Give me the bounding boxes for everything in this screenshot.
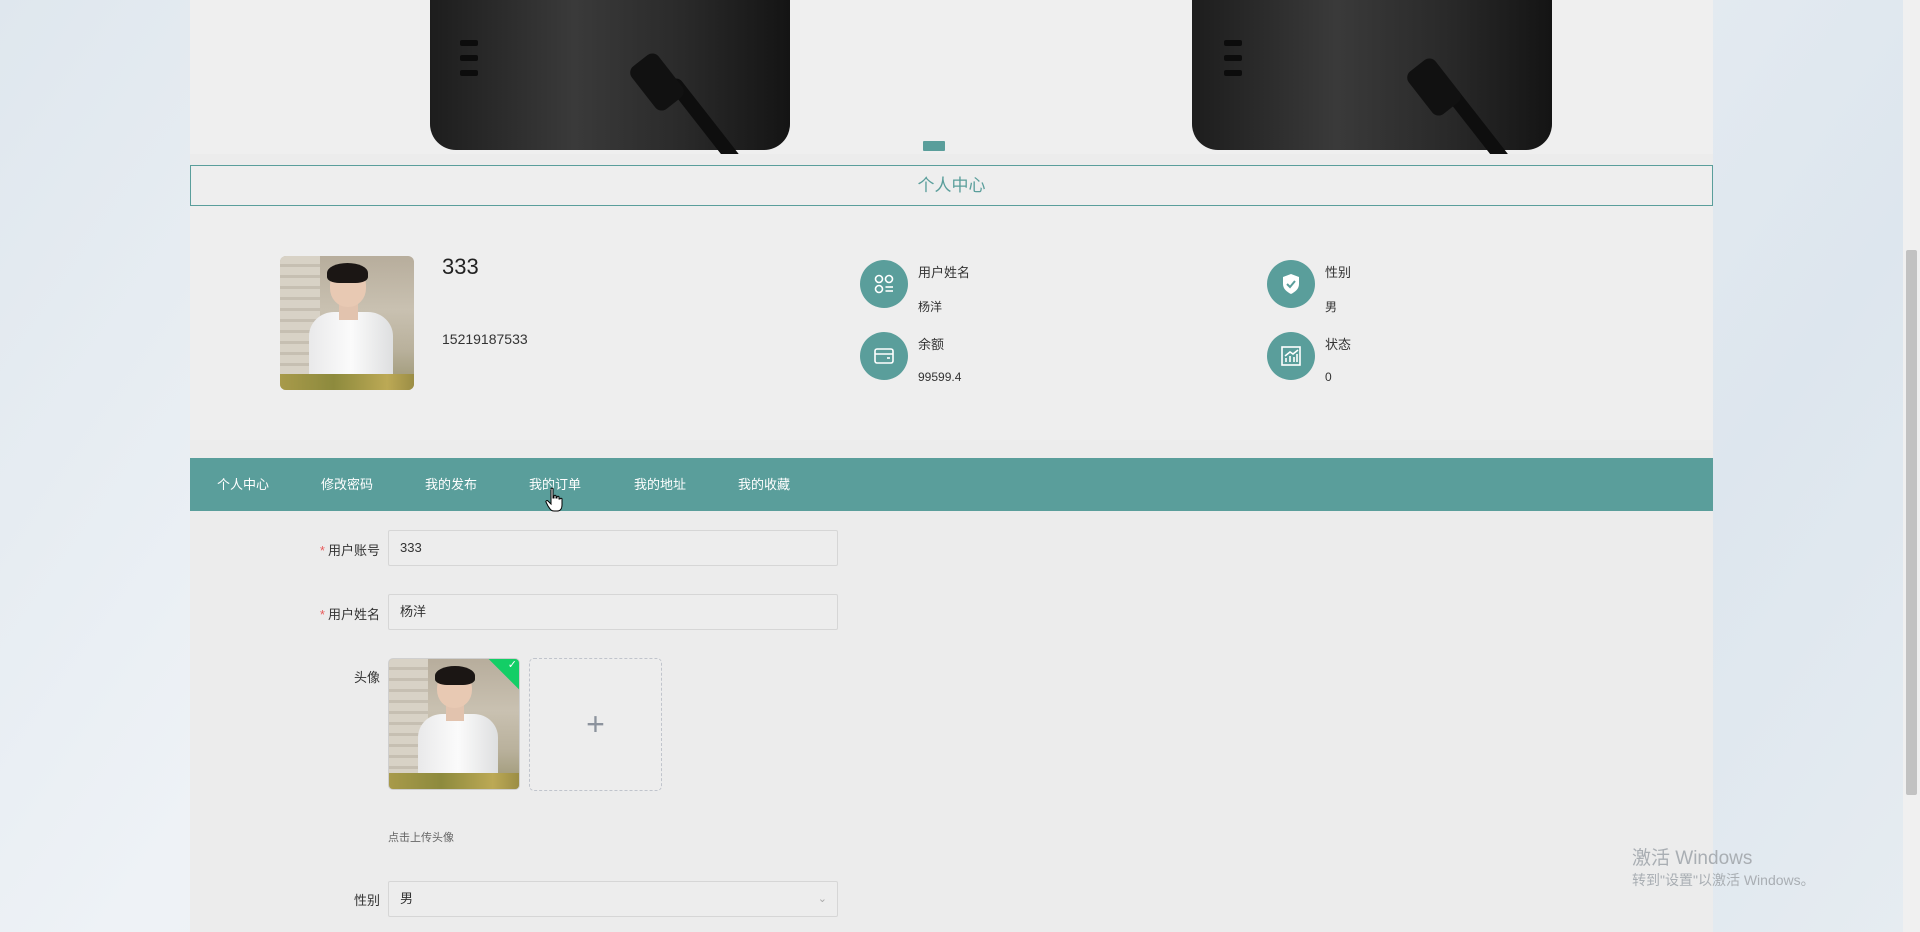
carousel-indicator[interactable] [923,141,945,151]
tab-personal-center[interactable]: 个人中心 [217,458,269,511]
account-input[interactable]: 333 [388,530,838,566]
profile-tab-bar: 个人中心 修改密码 我的发布 我的订单 我的地址 我的收藏 [190,458,1713,511]
page-scrollbar[interactable] [1903,0,1920,932]
upload-add-button[interactable]: + [529,658,662,791]
info-label: 用户姓名 [918,265,971,280]
windows-activation-watermark-text: 转到"设置"以激活 Windows。 [1632,872,1815,888]
banner-product-image-left [430,0,790,154]
info-value: 杨洋 [918,300,943,314]
chevron-down-icon: ⌄ [817,893,827,905]
scrollbar-thumb[interactable] [1906,250,1917,795]
upload-hint: 点击上传头像 [388,832,454,844]
windows-activation-watermark-title: 激活 Windows [1632,848,1753,869]
name-label: * 用户姓名 [319,607,380,622]
info-label: 性别 [1325,265,1352,280]
gender-select[interactable]: 男 ⌄ [388,881,838,917]
shield-check-icon [1267,260,1315,308]
profile-summary: 333 15219187533 用户姓名 杨洋 性别 男 余额 99599.4 … [190,206,1713,440]
uploaded-avatar-thumbnail[interactable]: ✓ [388,658,520,790]
tab-my-favorites[interactable]: 我的收藏 [738,458,790,511]
wallet-icon [860,332,908,380]
tab-change-password[interactable]: 修改密码 [321,458,373,511]
hand-cursor-icon [545,487,563,512]
info-value: 99599.4 [918,370,962,384]
user-grid-icon [860,260,908,308]
avatar-label: 头像 [353,670,380,685]
name-input[interactable]: 杨洋 [388,594,838,630]
tab-my-addresses[interactable]: 我的地址 [634,458,686,511]
profile-form: * 用户账号 333 * 用户姓名 杨洋 头像 ✓ + 点击上传头像 性别 男 … [190,511,1713,932]
info-value: 男 [1325,300,1338,314]
banner-product-image-right [1192,0,1560,154]
banner-carousel[interactable] [190,0,1713,154]
info-label: 余额 [918,337,945,352]
account-label: * 用户账号 [319,543,380,558]
page-container: 个人中心 333 15219187533 用户姓名 杨洋 性别 男 余额 995… [190,0,1713,932]
plus-icon: + [586,706,605,742]
section-title: 个人中心 [190,165,1713,206]
gender-select-value: 男 [400,891,414,906]
user-phone: 15219187533 [442,331,528,347]
user-account-name: 333 [442,254,479,279]
gender-label: 性别 [353,893,380,908]
avatar [280,256,414,390]
info-label: 状态 [1325,337,1352,352]
tab-my-posts[interactable]: 我的发布 [425,458,477,511]
check-icon: ✓ [507,659,517,671]
chart-icon [1267,332,1315,380]
info-value: 0 [1325,370,1332,384]
